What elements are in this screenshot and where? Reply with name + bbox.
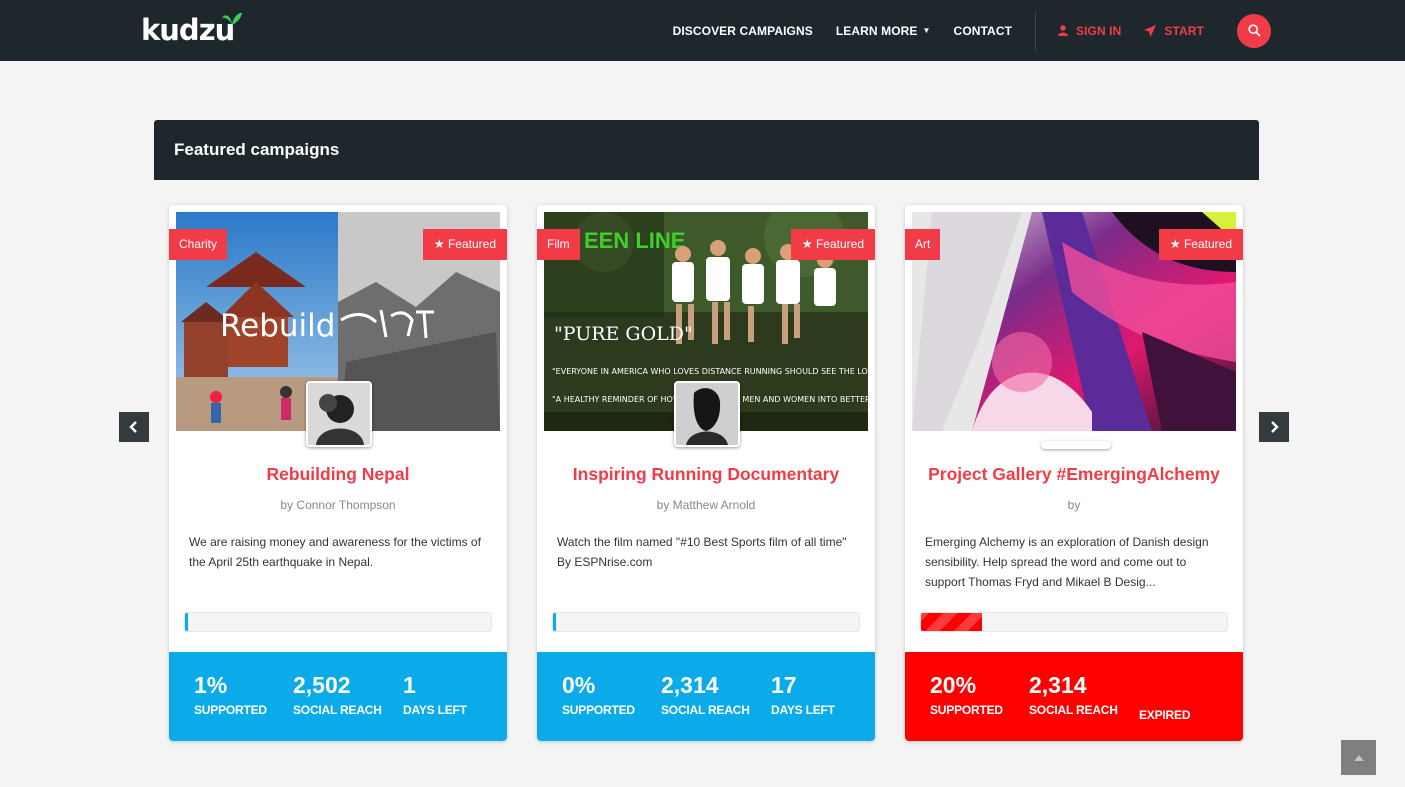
kudzu-logo[interactable]: kudzu xyxy=(141,12,242,47)
carousel-prev-button[interactable] xyxy=(119,412,149,442)
campaign-stats: 1% SUPPORTED 2,502 SOCIAL REACH 1 DAYS LEFT xyxy=(169,652,507,741)
campaign-author: by Matthew Arnold xyxy=(656,498,756,512)
stat-supported: 0% SUPPORTED xyxy=(562,672,635,717)
chevron-right-icon xyxy=(1271,421,1279,433)
stat-days-left: 17 DAYS LEFT xyxy=(771,672,835,717)
search-icon xyxy=(1247,24,1261,37)
image-text: "PURE GOLD" xyxy=(554,323,693,345)
campaign-title[interactable]: Rebuilding Nepal xyxy=(169,464,507,485)
rocket-icon xyxy=(1144,24,1157,37)
top-navbar: kudzu DISCOVER CAMPAIGNS LEARN MORE ▼ CON… xyxy=(0,0,1405,61)
svg-text:EEN LINE: EEN LINE xyxy=(584,228,685,253)
featured-badge: ★ Featured xyxy=(422,229,507,260)
stat-days-left: 1 DAYS LEFT xyxy=(403,672,467,717)
stat-supported: 1% SUPPORTED xyxy=(194,672,267,717)
star-icon: ★ xyxy=(1169,237,1181,251)
campaign-description: Watch the film named "#10 Best Sports fi… xyxy=(557,535,847,569)
stat-social-reach: 2,314 SOCIAL REACH xyxy=(661,672,750,717)
progress-fill xyxy=(921,613,983,631)
category-tag[interactable]: Film xyxy=(537,229,580,260)
featured-badge: ★ Featured xyxy=(1158,229,1243,260)
svg-text:"EVERYONE IN AMERICA WHO LOVES: "EVERYONE IN AMERICA WHO LOVES DISTANCE … xyxy=(552,367,868,376)
user-icon xyxy=(1058,25,1069,36)
back-to-top-button[interactable] xyxy=(1341,740,1376,775)
progress-bar xyxy=(184,612,492,632)
campaign-card-rebuilding-nepal[interactable]: Rebuild Charity ★ Featured Rebuilding Ne… xyxy=(169,205,507,741)
progress-fill xyxy=(553,613,557,631)
progress-bar xyxy=(920,612,1228,632)
avatar-placeholder xyxy=(1041,441,1111,449)
stat-expired: EXPIRED xyxy=(1139,708,1191,722)
campaign-description: Emerging Alchemy is an exploration of Da… xyxy=(925,535,1209,589)
campaign-stats: 20% SUPPORTED 2,314 SOCIAL REACH EXPIRED xyxy=(905,652,1243,741)
nav-sign-in[interactable]: SIGN IN xyxy=(1058,24,1121,38)
campaign-stats: 0% SUPPORTED 2,314 SOCIAL REACH 17 DAYS LEF… xyxy=(537,652,875,741)
image-text: Rebuild xyxy=(220,308,335,344)
campaign-card-running-documentary[interactable]: EEN LINE "PURE GOLD" "EVERYONE IN AMERIC… xyxy=(537,205,875,741)
stat-supported: 20% SUPPORTED xyxy=(930,672,1003,717)
campaign-card-emerging-alchemy[interactable]: Art ★ Featured Project Gallery #Emerging… xyxy=(905,205,1243,741)
nav-start[interactable]: START xyxy=(1144,24,1204,38)
category-tag[interactable]: Charity xyxy=(169,229,228,260)
caret-down-icon: ▼ xyxy=(922,26,931,35)
nav-learn-more[interactable]: LEARN MORE ▼ xyxy=(836,24,931,38)
nav-divider xyxy=(1035,10,1037,51)
section-title: Featured campaigns xyxy=(174,140,340,159)
carousel-next-button[interactable] xyxy=(1259,412,1289,442)
featured-badge: ★ Featured xyxy=(790,229,875,260)
search-button[interactable] xyxy=(1237,13,1271,48)
nav-contact[interactable]: CONTACT xyxy=(954,24,1012,38)
progress-bar xyxy=(552,612,860,632)
star-icon: ★ xyxy=(801,237,813,251)
nav-links: DISCOVER CAMPAIGNS LEARN MORE ▼ CONTACT S… xyxy=(673,0,1405,61)
campaign-title[interactable]: Inspiring Running Documentary xyxy=(537,464,875,485)
progress-fill xyxy=(185,613,189,631)
campaign-title[interactable]: Project Gallery #EmergingAlchemy xyxy=(905,464,1243,485)
campaign-author: by xyxy=(1067,498,1081,512)
avatar[interactable] xyxy=(306,381,372,447)
nav-discover-campaigns[interactable]: DISCOVER CAMPAIGNS xyxy=(673,24,813,38)
stat-social-reach: 2,502 SOCIAL REACH xyxy=(293,672,382,717)
avatar[interactable] xyxy=(674,381,740,447)
featured-campaigns-header: Featured campaigns xyxy=(154,120,1259,180)
star-icon: ★ xyxy=(433,237,445,251)
stat-social-reach: 2,314 SOCIAL REACH xyxy=(1029,672,1118,717)
leaf-icon xyxy=(222,12,242,25)
chevron-left-icon xyxy=(129,421,137,433)
campaign-description: We are raising money and awareness for t… xyxy=(189,535,481,569)
category-tag[interactable]: Art xyxy=(905,229,941,260)
chevron-up-icon xyxy=(1353,754,1364,761)
campaign-author: by Connor Thompson xyxy=(280,498,396,512)
